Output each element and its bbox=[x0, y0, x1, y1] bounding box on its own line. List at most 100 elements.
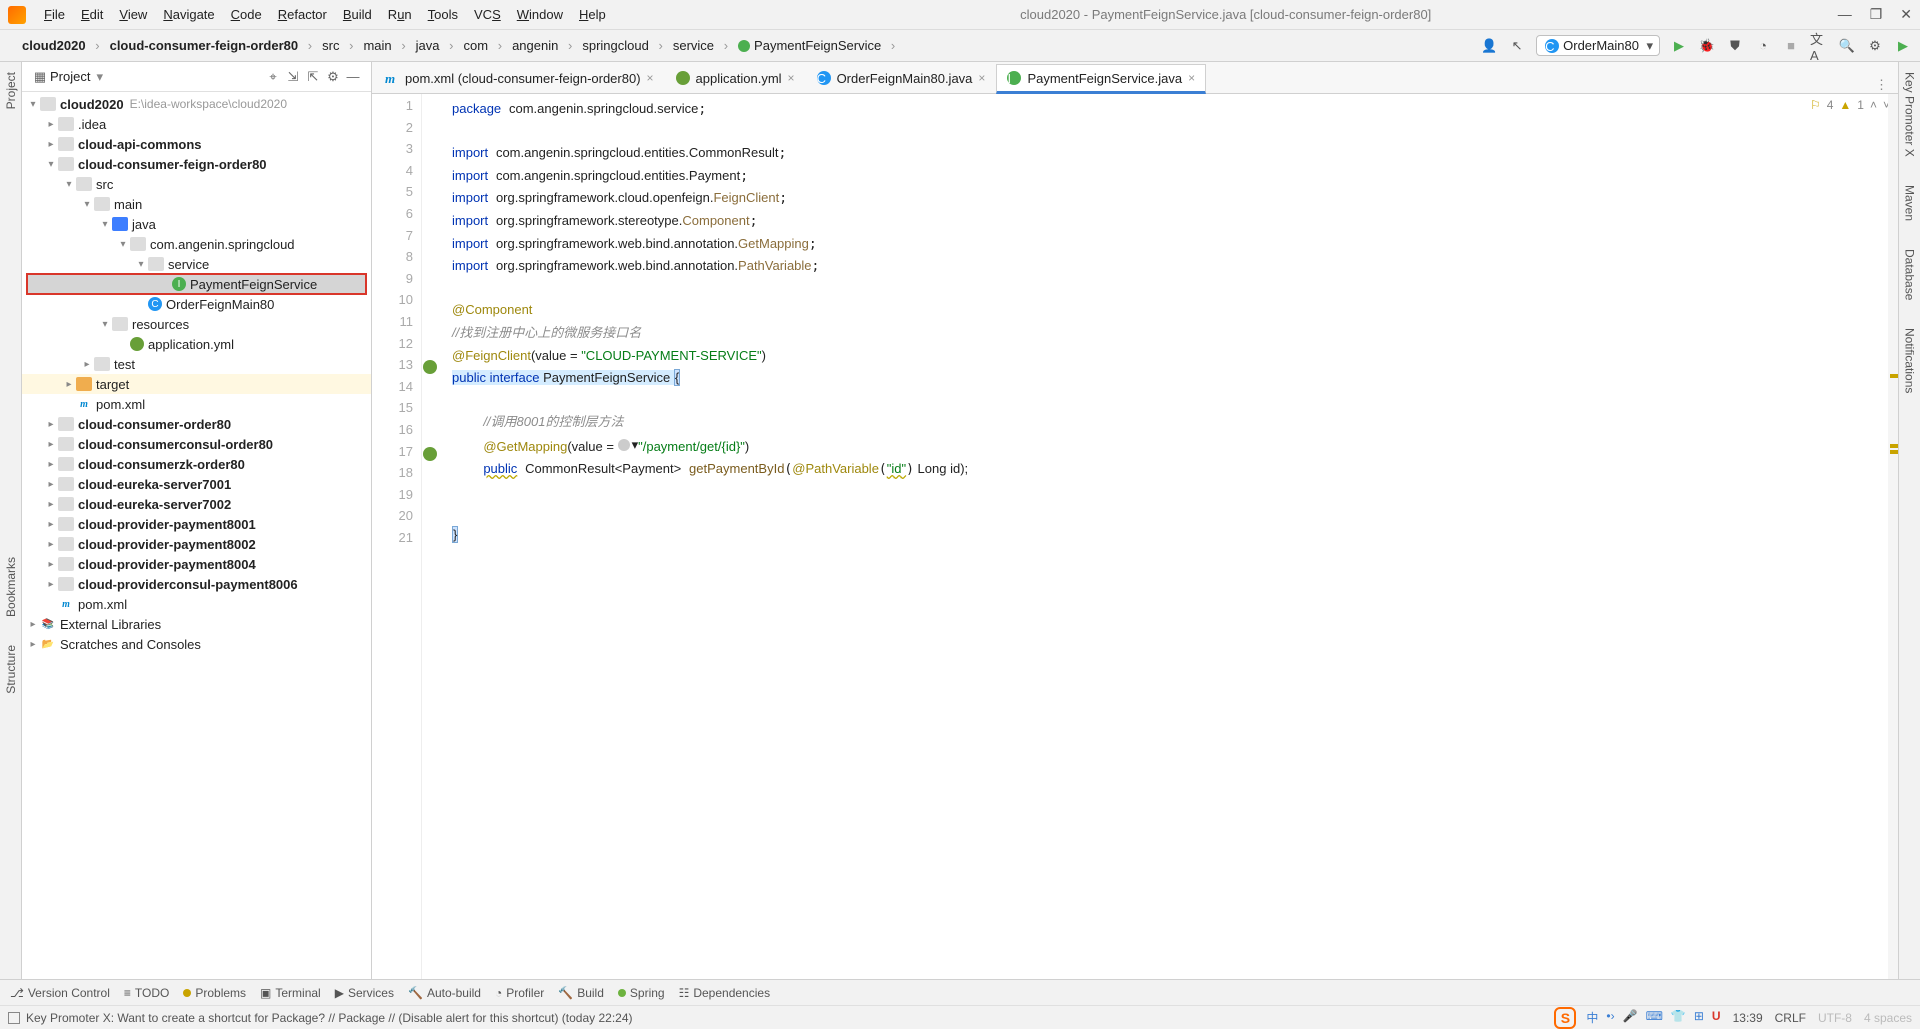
tool-autobuild[interactable]: 🔨Auto-build bbox=[408, 986, 481, 1000]
menu-file[interactable]: File bbox=[36, 7, 73, 22]
tab-paymentfeign[interactable]: IPaymentFeignService.java× bbox=[996, 64, 1206, 94]
tree-provider8004[interactable]: ▸cloud-provider-payment8004 bbox=[22, 554, 371, 574]
tree-consumer-zk[interactable]: ▸cloud-consumerzk-order80 bbox=[22, 454, 371, 474]
tool-database[interactable]: Database bbox=[1903, 245, 1917, 304]
menu-edit[interactable]: Edit bbox=[73, 7, 111, 22]
expand-icon[interactable]: ⇲ bbox=[283, 67, 303, 87]
close-tab-icon[interactable]: × bbox=[647, 71, 654, 85]
tree-eureka7001[interactable]: ▸cloud-eureka-server7001 bbox=[22, 474, 371, 494]
menu-tools[interactable]: Tools bbox=[420, 7, 466, 22]
close-tab-icon[interactable]: × bbox=[1188, 71, 1195, 85]
ime-lock-icon[interactable]: U bbox=[1712, 1009, 1721, 1026]
code-text[interactable]: package com.angenin.springcloud.service;… bbox=[422, 94, 1898, 979]
tool-vcs[interactable]: ⎇Version Control bbox=[10, 986, 110, 1000]
coverage-icon[interactable]: ⛊ bbox=[1726, 37, 1744, 55]
project-view-select[interactable]: Project bbox=[50, 69, 103, 85]
profile-icon[interactable]: ◔ bbox=[1754, 37, 1772, 55]
tool-notifications[interactable]: Notifications bbox=[1903, 324, 1917, 397]
tool-bookmarks[interactable]: Bookmarks bbox=[4, 553, 18, 621]
tool-keypromoter[interactable]: Key Promoter X bbox=[1903, 68, 1917, 161]
ime-keyboard-icon[interactable]: ⌨ bbox=[1646, 1009, 1663, 1026]
ime-cn-icon[interactable]: 中 bbox=[1586, 1009, 1598, 1026]
project-min-icon[interactable]: ▦ bbox=[30, 67, 50, 87]
minimize-icon[interactable]: — bbox=[1838, 6, 1852, 23]
tree-eureka7002[interactable]: ▸cloud-eureka-server7002 bbox=[22, 494, 371, 514]
tool-structure[interactable]: Structure bbox=[4, 641, 18, 698]
crumb-main[interactable]: main bbox=[349, 35, 401, 57]
tool-maven[interactable]: Maven bbox=[1903, 181, 1917, 225]
tool-profiler[interactable]: ◔Profiler bbox=[495, 986, 544, 1000]
menu-help[interactable]: Help bbox=[571, 7, 614, 22]
menu-run[interactable]: Run bbox=[380, 7, 420, 22]
ime-icon[interactable]: S bbox=[1554, 1007, 1576, 1029]
tree-target[interactable]: ▸target bbox=[22, 374, 371, 394]
ime-grid-icon[interactable]: ⊞ bbox=[1694, 1009, 1704, 1026]
tree-consumer-order80[interactable]: ▸cloud-consumer-order80 bbox=[22, 414, 371, 434]
inspection-status[interactable]: ⚐4 ▲1 ˄ ˅ bbox=[1810, 98, 1890, 112]
ime-mic-icon[interactable]: 🎤 bbox=[1623, 1009, 1638, 1026]
tree-application-yml[interactable]: application.yml bbox=[22, 334, 371, 354]
menu-view[interactable]: View bbox=[111, 7, 155, 22]
close-tab-icon[interactable]: × bbox=[978, 71, 985, 85]
close-tab-icon[interactable]: × bbox=[788, 71, 795, 85]
close-icon[interactable]: ✕ bbox=[1900, 6, 1912, 23]
tree-feign-order80[interactable]: ▾cloud-consumer-feign-order80 bbox=[22, 154, 371, 174]
panel-settings-icon[interactable]: ⚙ bbox=[323, 67, 343, 87]
run-config-select[interactable]: COrderMain80 bbox=[1536, 35, 1660, 56]
tree-scratches[interactable]: ▸📂Scratches and Consoles bbox=[22, 634, 371, 654]
tool-dependencies[interactable]: ☷Dependencies bbox=[679, 986, 771, 1000]
tool-todo[interactable]: ≡TODO bbox=[124, 986, 169, 1000]
tool-problems[interactable]: Problems bbox=[183, 986, 246, 1000]
menu-code[interactable]: Code bbox=[223, 7, 270, 22]
tree-consumer-consul[interactable]: ▸cloud-consumerconsul-order80 bbox=[22, 434, 371, 454]
tree-provider8002[interactable]: ▸cloud-provider-payment8002 bbox=[22, 534, 371, 554]
tab-ordermain[interactable]: COrderFeignMain80.java× bbox=[806, 63, 997, 93]
crumb-springcloud[interactable]: springcloud bbox=[568, 35, 659, 57]
tab-yml[interactable]: application.yml× bbox=[665, 63, 806, 93]
run-anything-icon[interactable]: ▶ bbox=[1894, 37, 1912, 55]
tabs-more-icon[interactable]: ⋮ bbox=[1865, 77, 1898, 93]
collapse-icon[interactable]: ⇱ bbox=[303, 67, 323, 87]
tree-resources[interactable]: ▾resources bbox=[22, 314, 371, 334]
tree-external-libs[interactable]: ▸📚External Libraries bbox=[22, 614, 371, 634]
spring-gutter-icon[interactable] bbox=[423, 447, 437, 461]
tree-provider8001[interactable]: ▸cloud-provider-payment8001 bbox=[22, 514, 371, 534]
back-arrow-icon[interactable]: ↖ bbox=[1508, 37, 1526, 55]
tree-main[interactable]: ▾main bbox=[22, 194, 371, 214]
settings-icon[interactable]: ⚙ bbox=[1866, 37, 1884, 55]
add-user-icon[interactable]: 👤 bbox=[1480, 37, 1498, 55]
crumb-service[interactable]: service bbox=[659, 35, 724, 57]
status-indent[interactable]: 4 spaces bbox=[1864, 1011, 1912, 1025]
maximize-icon[interactable]: ❐ bbox=[1870, 6, 1883, 23]
crumb-angenin[interactable]: angenin bbox=[498, 35, 568, 57]
status-eol[interactable]: CRLF bbox=[1775, 1011, 1806, 1025]
debug-icon[interactable]: 🐞 bbox=[1698, 37, 1716, 55]
crumb-java[interactable]: java bbox=[402, 35, 450, 57]
tree-payment-feign-service[interactable]: IPaymentFeignService bbox=[26, 273, 367, 295]
target-icon[interactable]: ⌖ bbox=[263, 67, 283, 87]
ime-punct-icon[interactable]: •› bbox=[1606, 1009, 1614, 1026]
prev-highlight-icon[interactable]: ˄ bbox=[1870, 98, 1877, 112]
menu-vcs[interactable]: VCS bbox=[466, 7, 509, 22]
tree-package[interactable]: ▾com.angenin.springcloud bbox=[22, 234, 371, 254]
stop-icon[interactable]: ■ bbox=[1782, 37, 1800, 55]
tree-src[interactable]: ▾src bbox=[22, 174, 371, 194]
crumb-root[interactable]: cloud2020 bbox=[8, 35, 96, 57]
tree-root-pom[interactable]: mpom.xml bbox=[22, 594, 371, 614]
menu-build[interactable]: Build bbox=[335, 7, 380, 22]
tool-services[interactable]: ▶Services bbox=[335, 986, 394, 1000]
run-icon[interactable]: ▶ bbox=[1670, 37, 1688, 55]
tree-api-commons[interactable]: ▸cloud-api-commons bbox=[22, 134, 371, 154]
tree-provider-consul8006[interactable]: ▸cloud-providerconsul-payment8006 bbox=[22, 574, 371, 594]
tree-root[interactable]: ▾cloud2020E:\idea-workspace\cloud2020 bbox=[22, 94, 371, 114]
search-icon[interactable]: 🔍 bbox=[1838, 37, 1856, 55]
tree-java[interactable]: ▾java bbox=[22, 214, 371, 234]
code-area[interactable]: 123456789101112 13 141516 17 18192021 pa… bbox=[372, 94, 1898, 979]
status-caret[interactable]: 13:39 bbox=[1733, 1011, 1763, 1025]
translate-icon[interactable]: 文A bbox=[1810, 37, 1828, 55]
toolwindow-toggle-icon[interactable] bbox=[8, 1012, 20, 1024]
crumb-module[interactable]: cloud-consumer-feign-order80 bbox=[96, 35, 309, 57]
project-tree[interactable]: ▾cloud2020E:\idea-workspace\cloud2020 ▸.… bbox=[22, 92, 371, 979]
crumb-com[interactable]: com bbox=[450, 35, 499, 57]
tab-pom[interactable]: mpom.xml (cloud-consumer-feign-order80)× bbox=[374, 63, 665, 93]
